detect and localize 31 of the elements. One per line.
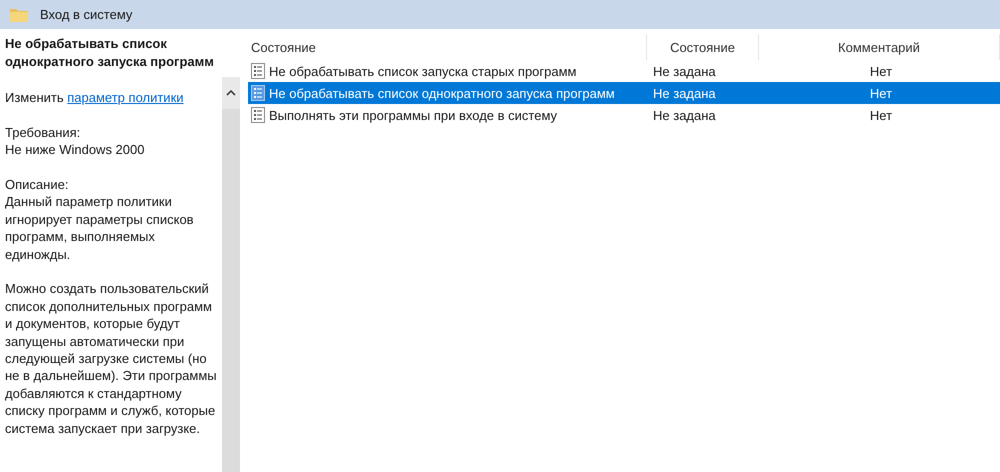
column-header[interactable]: Комментарий — [759, 34, 1000, 60]
table-cell: Выполнять эти программы при входе в систему — [269, 108, 558, 122]
policy-heading: Не обрабатывать список однократного запуска программ — [5, 35, 215, 71]
column-header[interactable]: Состояние — [245, 34, 647, 60]
policy-setting-link[interactable]: параметр политики — [67, 90, 184, 105]
table-cell: Не обрабатывать список запуска старых программ — [269, 64, 576, 78]
policy-row[interactable]: Выполнять эти программы при входе в систему Не задана Нет — [248, 104, 1000, 126]
table-cell: Не обрабатывать список однократного запуска программ — [269, 86, 615, 100]
description-paragraph: Можно создать пользовательский список дополнительных программ и документов, которые будут запущены автоматически при следующей загрузке системы (но не в дальнейшем). Эти программы добавляются к стандартному списку программ и служб, которые система запускает при загрузке. — [5, 280, 218, 438]
table-cell: Нет — [870, 86, 892, 100]
table-cell: Не задана — [653, 64, 716, 78]
edit-policy-text: Изменить параметр политики — [5, 89, 185, 106]
chevron-up-icon — [226, 90, 236, 96]
column-header[interactable]: Состояние — [647, 34, 759, 60]
policy-row[interactable]: Не обрабатывать список однократного запуска программ Не задана Нет — [248, 82, 1000, 104]
table-cell: Нет — [870, 108, 892, 122]
scrollbar[interactable] — [222, 77, 240, 472]
folder-icon — [10, 8, 28, 22]
policy-icon — [251, 107, 265, 123]
description-paragraph: Данный параметр политики игнорирует параметры списков программ, выполняемых единожды. — [5, 193, 195, 264]
table-cell: Не задана — [653, 108, 716, 122]
scroll-up-button[interactable] — [222, 77, 240, 109]
table-cell: Не задана — [653, 86, 716, 100]
requirements-label: Требования: — [5, 124, 82, 142]
policy-icon — [251, 85, 265, 101]
policy-icon — [251, 63, 265, 79]
table-cell: Нет — [870, 64, 892, 78]
policy-row[interactable]: Не обрабатывать список запуска старых программ Не задана Нет — [248, 60, 1000, 82]
description-label: Описание: — [5, 176, 70, 194]
requirements-text: Не ниже Windows 2000 — [5, 141, 146, 159]
window-title: Вход в систему — [40, 7, 132, 22]
